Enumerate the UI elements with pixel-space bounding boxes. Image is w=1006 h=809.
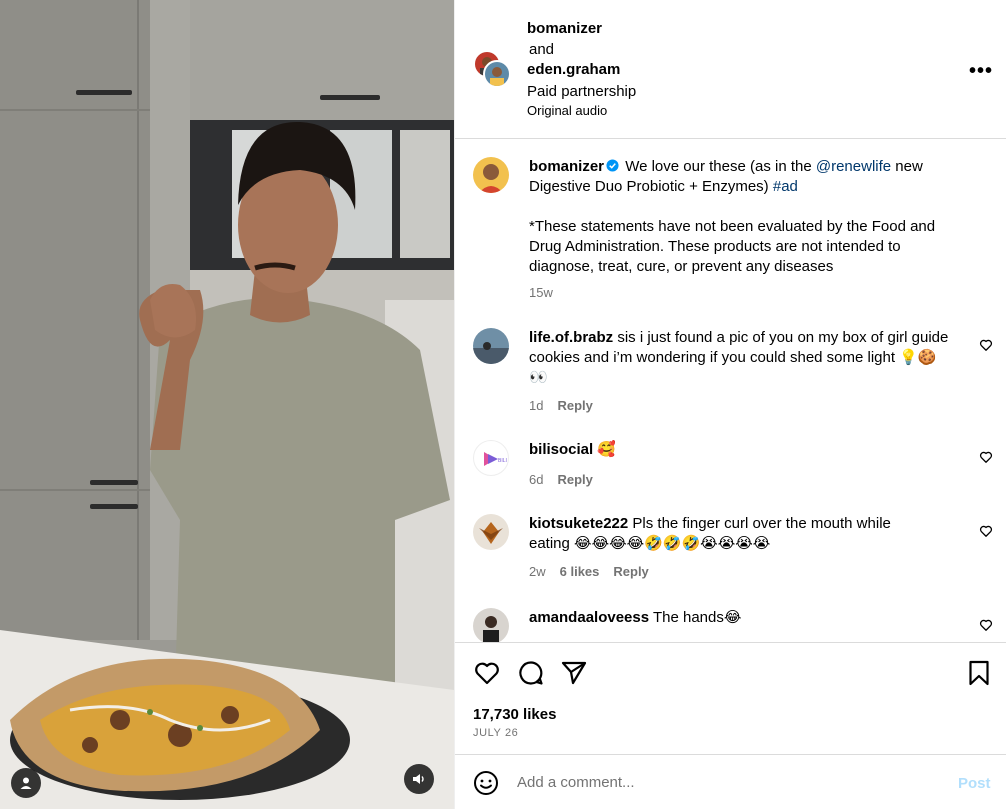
heart-icon[interactable]: [473, 659, 501, 687]
hashtag-link[interactable]: #ad: [773, 178, 798, 195]
post-actions: 17,730 likes JULY 26: [455, 642, 1006, 754]
username-link[interactable]: amandaaloveess: [529, 609, 649, 626]
heart-icon[interactable]: [979, 524, 993, 538]
and-text: and: [529, 41, 555, 58]
comment-text: bilisocial 🥰: [529, 440, 949, 460]
comment-meta: 1d Reply: [529, 398, 607, 413]
caption-text: bomanizer We love our these (as in the @…: [529, 157, 959, 277]
smiley-icon[interactable]: [473, 770, 499, 796]
comment-meta: 15w: [529, 285, 567, 300]
caption-disclaimer: *These statements have not been evaluate…: [529, 218, 936, 275]
user-icon: [20, 777, 32, 789]
likes-count[interactable]: 17,730 likes: [473, 706, 556, 723]
mention-link[interactable]: @renewlife: [816, 158, 891, 175]
comment-body: 🥰: [597, 441, 617, 458]
comment-meta: 6d Reply: [529, 472, 607, 487]
comment-text: amandaaloveess The hands😂: [529, 608, 949, 628]
speaker-icon: [413, 774, 424, 784]
bookmark-icon[interactable]: [965, 659, 993, 687]
paper-plane-icon[interactable]: [560, 659, 588, 687]
username-link[interactable]: life.of.brabz: [529, 329, 613, 346]
comment-input[interactable]: Add a comment...: [517, 774, 635, 791]
avatar[interactable]: [473, 328, 509, 364]
avatar[interactable]: [483, 60, 511, 88]
more-options-icon[interactable]: •••: [969, 60, 993, 83]
username-link[interactable]: bomanizer: [529, 158, 604, 175]
comment-time[interactable]: 6d: [529, 472, 543, 487]
comment-time[interactable]: 1d: [529, 398, 543, 413]
username-link[interactable]: bilisocial: [529, 441, 593, 458]
comment-meta: 2w 6 likes Reply: [529, 564, 663, 579]
audio-link[interactable]: Original audio: [527, 103, 607, 118]
comment-composer: Add a comment... Post: [455, 754, 1006, 809]
username-link[interactable]: eden.graham: [527, 61, 620, 78]
avatar[interactable]: [473, 514, 509, 550]
heart-icon[interactable]: [979, 618, 993, 632]
comment-likes-count[interactable]: 6 likes: [560, 564, 600, 579]
comment-text: life.of.brabz sis i just found a pic of …: [529, 328, 949, 388]
collab-avatars[interactable]: [473, 50, 513, 90]
post-side-panel: bomanizer and eden.graham Paid partnersh…: [454, 0, 1006, 809]
reply-button[interactable]: Reply: [613, 564, 648, 579]
post-date[interactable]: JULY 26: [473, 727, 518, 739]
caption-time[interactable]: 15w: [529, 285, 553, 300]
heart-icon[interactable]: [979, 338, 993, 352]
reply-button[interactable]: Reply: [557, 398, 592, 413]
tagged-users-button[interactable]: [11, 768, 41, 798]
caption-body: We love our these (as in the: [625, 158, 816, 175]
heart-icon[interactable]: [979, 450, 993, 464]
avatar[interactable]: [473, 157, 509, 193]
avatar[interactable]: [473, 608, 509, 642]
paid-partnership-label[interactable]: Paid partnership: [527, 83, 636, 100]
comments-list[interactable]: bomanizer We love our these (as in the @…: [455, 140, 1006, 642]
comment-icon[interactable]: [517, 659, 545, 687]
reel-video[interactable]: [0, 0, 454, 809]
verified-badge-icon: [606, 159, 619, 172]
video-frame: [0, 0, 454, 809]
avatar[interactable]: BILI: [473, 440, 509, 476]
comment-text: kiotsukete222 Pls the finger curl over t…: [529, 514, 929, 554]
comment-time[interactable]: 2w: [529, 564, 546, 579]
username-link[interactable]: kiotsukete222: [529, 515, 628, 532]
reply-button[interactable]: Reply: [557, 472, 592, 487]
svg-text:BILI: BILI: [498, 458, 507, 464]
post-button[interactable]: Post: [958, 775, 991, 792]
audio-toggle-button[interactable]: [404, 764, 434, 794]
post-header: bomanizer and eden.graham Paid partnersh…: [455, 0, 1006, 139]
username-link[interactable]: bomanizer: [527, 20, 602, 37]
comment-body: The hands😂: [652, 609, 742, 626]
